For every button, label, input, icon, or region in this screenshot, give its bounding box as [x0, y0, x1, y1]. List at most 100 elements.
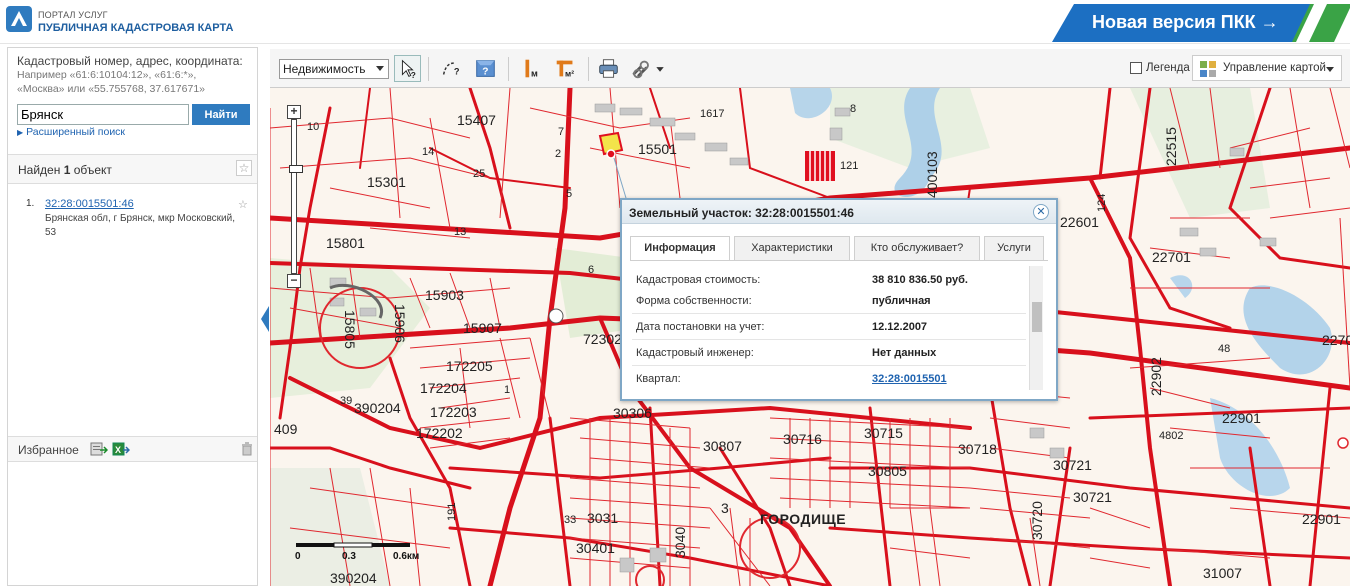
parcel-label: 15801 — [326, 235, 365, 251]
parcel-label: 22701 — [1152, 249, 1191, 265]
parcel-label: 22902 — [1148, 357, 1164, 396]
new-version-label[interactable]: Новая версия ПКК → — [1092, 12, 1279, 33]
legend-label[interactable]: Легенда — [1146, 62, 1190, 74]
parcel-label: 400103 — [924, 151, 940, 198]
import-favorites-icon[interactable] — [90, 441, 108, 457]
search-hint-line2: «Москва» или «55.755768, 37.617671» — [17, 83, 206, 95]
parcel-label: 30718 — [958, 441, 997, 457]
parcel-label: 3 — [721, 500, 729, 516]
row-divider — [632, 365, 1026, 366]
map-toolbar: Недвижимость ? ? ? м м² Легенда Управлен… — [270, 49, 1350, 88]
logo-title[interactable]: ПУБЛИЧНАЯ КАДАСТРОВАЯ КАРТА — [38, 22, 233, 34]
ownership-label: Форма собственности: — [636, 295, 752, 307]
parcel-label: 39 — [340, 395, 353, 407]
zoom-slider[interactable] — [289, 119, 303, 274]
parcel-label: 4802 — [1159, 430, 1184, 442]
parcel-label: 2 — [555, 148, 562, 160]
svg-text:м²: м² — [565, 68, 574, 78]
parcel-label: 5 — [566, 188, 573, 200]
parcel-label: 1 — [504, 384, 511, 396]
tab-who-serves[interactable]: Кто обслуживает? — [854, 236, 980, 260]
tab-characteristics[interactable]: Характеристики — [734, 236, 850, 260]
map-canvas[interactable]: 10 15407 1617 15501 8 121 400103 22601 2… — [270, 88, 1350, 586]
measure-curve-icon[interactable]: ? — [438, 55, 465, 82]
triangle-right-icon: ▶ — [17, 128, 24, 137]
parcel-label: 15407 — [457, 112, 496, 128]
parcel-label: 15903 — [425, 287, 464, 303]
result-cadastral-link[interactable]: 32:28:0015501:46 — [45, 198, 134, 210]
search-button[interactable]: Найти — [192, 104, 250, 125]
close-icon[interactable]: ✕ — [1033, 204, 1049, 220]
popup-scrollbar[interactable] — [1029, 266, 1043, 390]
parcel-label: 172205 — [446, 358, 493, 374]
parcel-label: 390204 — [330, 570, 377, 586]
quarter-link[interactable]: 32:28:0015501 — [872, 373, 947, 385]
favorites-label: Избранное — [18, 443, 79, 457]
search-input[interactable] — [17, 104, 189, 125]
legend-checkbox[interactable] — [1130, 62, 1142, 74]
measure-area-icon[interactable]: м² — [552, 55, 579, 82]
parcel-label: 191 — [446, 502, 458, 521]
parcel-label: 172202 — [416, 425, 463, 441]
tab-services[interactable]: Услуги — [984, 236, 1044, 260]
tab-information[interactable]: Информация — [630, 236, 730, 261]
parcel-label: 30715 — [864, 425, 903, 441]
layer-select[interactable]: Недвижимость — [279, 59, 389, 79]
parcel-label: 15907 — [463, 320, 502, 336]
parcel-label: 30720 — [1029, 501, 1045, 540]
parcel-label: 22515 — [1163, 127, 1179, 166]
scale-bar-graphic — [296, 542, 410, 548]
parcel-label: 6 — [588, 264, 595, 276]
svg-text:?: ? — [411, 70, 416, 80]
parcel-label: 15301 — [367, 174, 406, 190]
toolbar-separator — [428, 57, 429, 81]
layers-grid-icon — [1200, 61, 1216, 77]
measure-length-icon[interactable]: м — [518, 55, 545, 82]
zoom-control: + − — [287, 105, 303, 291]
parcel-label: 121 — [840, 160, 859, 172]
link-icon[interactable] — [628, 55, 668, 82]
portal-logo-icon[interactable] — [6, 6, 32, 32]
trash-icon[interactable] — [241, 442, 253, 456]
export-favorites-icon[interactable]: X — [112, 441, 130, 457]
engineer-label: Кадастровый инженер: — [636, 347, 754, 359]
map-management-dropdown[interactable]: Управление картой — [1192, 55, 1342, 81]
parcel-label: 48 — [1218, 343, 1231, 355]
star-icon[interactable]: ☆ — [238, 198, 248, 211]
result-number: 1. — [26, 198, 35, 209]
zoom-in-button[interactable]: + — [287, 105, 301, 119]
parcel-label: 390204 — [354, 400, 401, 416]
parcel-label: 2270 — [1322, 332, 1350, 348]
print-icon[interactable] — [595, 55, 622, 82]
map-management-label: Управление картой — [1223, 62, 1326, 74]
cadastral-value-label: Кадастровая стоимость: — [636, 274, 761, 286]
parcel-label: 124 — [1096, 193, 1108, 212]
select-identify-icon[interactable]: ? — [394, 55, 421, 82]
tab-divider — [630, 260, 1048, 261]
chevron-down-icon — [376, 66, 384, 71]
search-panel: Кадастровый номер, адрес, координата: На… — [7, 47, 258, 586]
scale-label-mid: 0.3 — [342, 551, 356, 562]
parcel-label: 25 — [473, 168, 486, 180]
zoom-out-button[interactable]: − — [287, 274, 301, 288]
svg-text:X: X — [115, 445, 121, 455]
parcel-label: 22901 — [1222, 410, 1261, 426]
svg-text:?: ? — [482, 67, 488, 78]
parcel-label: 30721 — [1053, 457, 1092, 473]
scrollbar-thumb[interactable] — [1032, 302, 1042, 332]
parcel-label: 30306 — [613, 405, 652, 421]
map-scale: 0 0.3 0.6км — [295, 540, 435, 570]
star-icon[interactable]: ☆ — [236, 160, 252, 176]
zoom-slider-handle[interactable] — [289, 165, 303, 173]
parcel-label: 30721 — [1073, 489, 1112, 505]
svg-text:?: ? — [454, 67, 460, 77]
advanced-search-link[interactable]: ▶ Расширенный поиск — [17, 126, 125, 138]
parcel-info-popup: Земельный участок: 32:28:0015501:46 ✕ Ин… — [620, 198, 1058, 401]
result-address: Брянская обл, г Брянск, мкр Московский, — [45, 213, 236, 224]
result-address-line2: 53 — [45, 227, 57, 238]
popup-header: Земельный участок: 32:28:0015501:46 ✕ — [622, 200, 1056, 224]
row-divider — [632, 339, 1026, 340]
info-identify-icon[interactable]: ? — [472, 55, 499, 82]
ownership-value: публичная — [872, 295, 931, 307]
collapse-panel-handle[interactable] — [261, 306, 269, 332]
